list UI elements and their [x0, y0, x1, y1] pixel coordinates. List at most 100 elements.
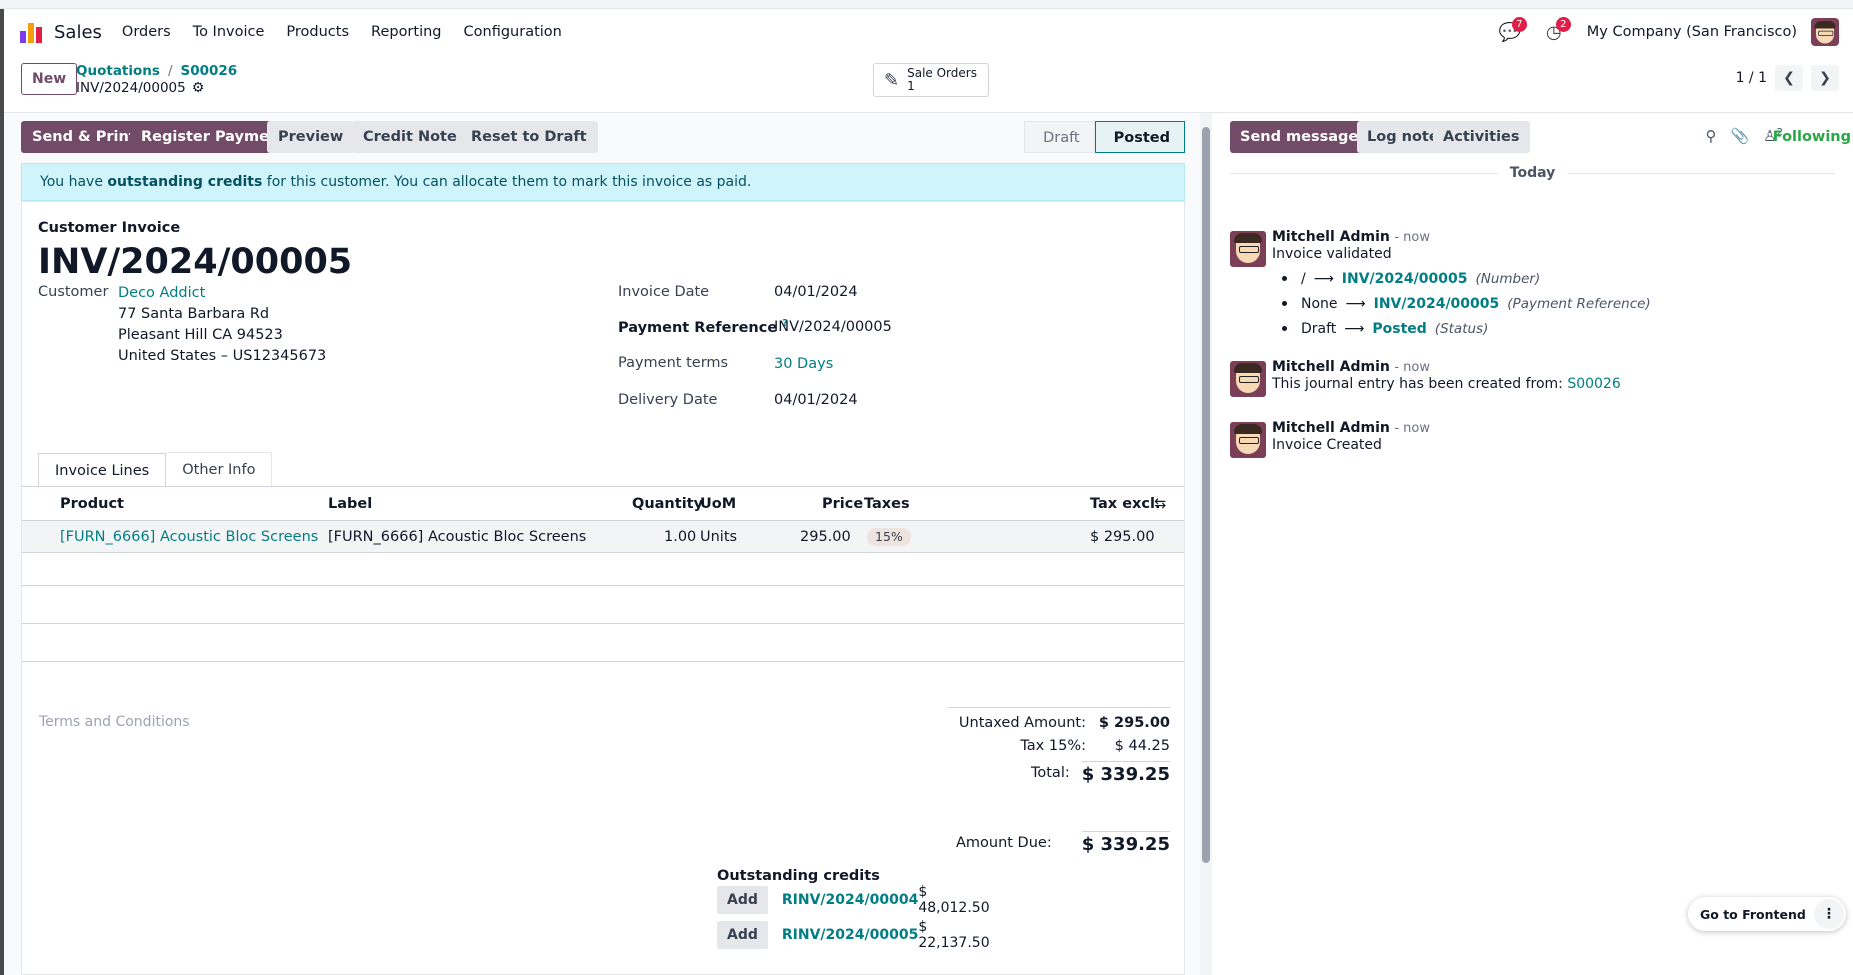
invoice-date-label: Invoice Date — [618, 284, 710, 300]
alert-text-pre: You have — [40, 174, 108, 190]
payment-terms-link[interactable]: 30 Days — [774, 356, 833, 372]
menu-reporting[interactable]: Reporting — [371, 24, 442, 40]
systray: 💬 7 ◷ 2 My Company (San Francisco) — [1495, 17, 1839, 47]
company-switcher[interactable]: My Company (San Francisco) — [1587, 24, 1797, 40]
col-quantity[interactable]: Quantity — [632, 487, 703, 521]
pager-previous-button[interactable]: ❮ — [1775, 65, 1803, 91]
preview-button[interactable]: Preview — [267, 121, 355, 153]
author-avatar[interactable] — [1230, 231, 1266, 267]
tab-invoice-lines[interactable]: Invoice Lines — [38, 453, 167, 487]
user-avatar[interactable] — [1811, 18, 1839, 46]
message-text: Invoice validated — [1272, 246, 1392, 262]
empty-row — [22, 554, 1184, 586]
scrollbar-thumb[interactable] — [1202, 127, 1210, 863]
status-step-posted[interactable]: Posted — [1094, 121, 1185, 153]
browser-top-strip — [0, 0, 1853, 9]
menu-orders[interactable]: Orders — [122, 24, 171, 40]
reset-to-draft-button[interactable]: Reset to Draft — [460, 121, 598, 153]
message-link[interactable]: S00026 — [1567, 376, 1620, 392]
pager-value[interactable]: 1 / 1 — [1736, 70, 1767, 86]
send-message-button[interactable]: Send message — [1230, 121, 1369, 153]
breadcrumb-separator: / — [167, 63, 173, 79]
menu-to-invoice[interactable]: To Invoice — [193, 24, 265, 40]
search-icon[interactable]: ⚲ — [1705, 127, 1716, 145]
gear-icon[interactable]: ⚙ — [192, 80, 205, 96]
amount-due-value: $ 339.25 — [1081, 831, 1170, 855]
date-separator-label: Today — [1509, 165, 1556, 181]
control-panel: New Quotations / S00026 INV/2024/00005 ⚙… — [4, 55, 1853, 113]
payment-reference-value[interactable]: INV/2024/00005 — [774, 319, 892, 335]
table-row[interactable]: [FURN_6666] Acoustic Bloc Screens [FURN_… — [22, 521, 1184, 553]
send-print-button[interactable]: Send & Print — [21, 121, 147, 153]
author-avatar[interactable] — [1230, 361, 1266, 397]
customer-label: Customer — [38, 284, 109, 300]
col-uom[interactable]: UoM — [700, 487, 736, 521]
tax-value: $ 44.25 — [1114, 738, 1170, 754]
arrow-right-icon: ⟶ — [1345, 295, 1366, 312]
message-text: This journal entry has been created from… — [1272, 376, 1568, 392]
tab-other-info[interactable]: Other Info — [166, 452, 273, 486]
status-step-draft[interactable]: Draft — [1024, 121, 1095, 153]
credit-amount: $ 48,012.50 — [918, 884, 990, 916]
payment-reference-label: Payment Reference ? — [618, 318, 788, 336]
more-options-icon[interactable]: ⋮ — [1813, 899, 1844, 929]
breadcrumb-quotations[interactable]: Quotations — [76, 63, 160, 79]
menu-products[interactable]: Products — [286, 24, 349, 40]
alert-text-post: for this customer. You can allocate them… — [262, 174, 752, 190]
breadcrumb-order[interactable]: S00026 — [181, 63, 238, 79]
menu-configuration[interactable]: Configuration — [464, 24, 562, 40]
tax-label: Tax 15%: — [1020, 738, 1086, 754]
col-product[interactable]: Product — [60, 487, 124, 521]
add-credit-button[interactable]: Add — [717, 921, 768, 949]
messaging-button[interactable]: 💬 7 — [1495, 17, 1527, 47]
total-label: Total: — [1030, 765, 1070, 781]
col-price[interactable]: Price — [822, 487, 863, 521]
tracking-old: Draft — [1301, 320, 1337, 337]
activities-button[interactable]: ◷ 2 — [1539, 17, 1571, 47]
app-name[interactable]: Sales — [54, 22, 102, 43]
invoice-date-value[interactable]: 04/01/2024 — [774, 284, 858, 300]
optional-columns-icon[interactable]: ⇆ — [1154, 487, 1166, 521]
message-author[interactable]: Mitchell Admin — [1272, 420, 1390, 436]
line-price: 295.00 — [800, 529, 851, 545]
tracking-values: / ⟶ INV/2024/00005 (Number) None ⟶ INV/2024/0… — [1272, 266, 1651, 341]
tracking-new[interactable]: INV/2024/00005 — [1374, 296, 1500, 312]
form-sheet: Customer Invoice INV/2024/00005 Customer… — [21, 201, 1185, 975]
pager-next-button[interactable]: ❯ — [1811, 65, 1839, 91]
col-label[interactable]: Label — [328, 487, 372, 521]
credit-note-button[interactable]: Credit Note — [352, 121, 468, 153]
message-author[interactable]: Mitchell Admin — [1272, 359, 1390, 375]
credit-ref-link[interactable]: RINV/2024/00005 — [782, 927, 918, 943]
tracking-new[interactable]: INV/2024/00005 — [1342, 271, 1468, 287]
customer-link[interactable]: Deco Addict — [118, 285, 205, 301]
following-button[interactable]: Following — [1773, 121, 1853, 153]
col-tax-excl[interactable]: Tax excl. — [1090, 487, 1160, 521]
delivery-date-value[interactable]: 04/01/2024 — [774, 392, 858, 408]
status-steps: Draft Posted — [1024, 121, 1185, 153]
message-time: - now — [1394, 360, 1430, 375]
credit-ref-link[interactable]: RINV/2024/00004 — [782, 892, 918, 908]
author-avatar[interactable] — [1230, 422, 1266, 458]
go-to-frontend-button[interactable]: Go to Frontend ⋮ — [1688, 897, 1846, 931]
activities-button[interactable]: Activities — [1433, 121, 1530, 153]
arrow-right-icon: ⟶ — [1344, 320, 1365, 337]
paperclip-icon[interactable]: 📎 — [1730, 127, 1749, 145]
pager: 1 / 1 ❮ ❯ — [1736, 65, 1839, 91]
untaxed-label: Untaxed Amount: — [958, 715, 1086, 731]
form-scrollbar[interactable] — [1200, 113, 1212, 975]
untaxed-value: $ 295.00 — [1098, 715, 1170, 731]
message-author[interactable]: Mitchell Admin — [1272, 229, 1390, 245]
line-product[interactable]: [FURN_6666] Acoustic Bloc Screens — [60, 521, 318, 553]
sales-app-icon[interactable] — [20, 21, 44, 43]
terms-conditions-field[interactable]: Terms and Conditions — [39, 714, 190, 730]
sale-orders-smart-button[interactable]: ✎ Sale Orders 1 — [873, 63, 989, 97]
customer-address-line1: 77 Santa Barbara Rd — [118, 306, 270, 322]
activities-counter: 2 — [1555, 17, 1571, 32]
tracking-new[interactable]: Posted — [1372, 321, 1426, 337]
credit-row: Add RINV/2024/00005 $ 22,137.50 — [717, 919, 990, 951]
col-taxes[interactable]: Taxes — [864, 487, 910, 521]
payment-terms-label: Payment terms — [618, 355, 729, 371]
add-credit-button[interactable]: Add — [717, 886, 768, 914]
go-to-frontend-label[interactable]: Go to Frontend — [1700, 907, 1806, 922]
new-button[interactable]: New — [21, 63, 78, 95]
